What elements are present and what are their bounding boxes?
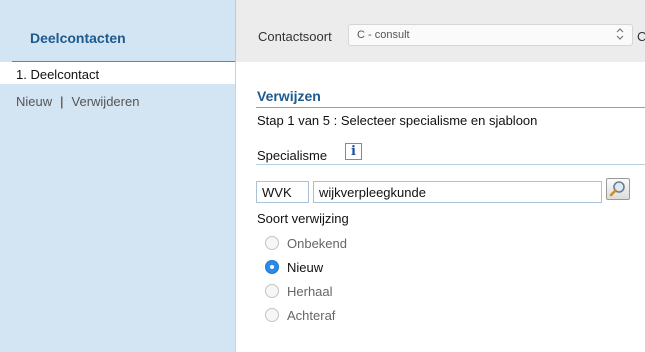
step-text: Stap 1 van 5 : Selecteer specialisme en … bbox=[257, 113, 538, 128]
trailing-label: Con bbox=[637, 29, 645, 44]
search-button[interactable] bbox=[606, 178, 630, 200]
contactsoort-value: C - consult bbox=[357, 29, 410, 41]
radio-label: Onbekend bbox=[287, 236, 347, 251]
sidebar-panel: Nieuw | Verwijderen bbox=[0, 84, 235, 352]
radio-label: Herhaal bbox=[287, 284, 333, 299]
sidebar-title: Deelcontacten bbox=[30, 30, 126, 46]
radio-circle[interactable] bbox=[265, 236, 279, 250]
specialisme-rule bbox=[256, 164, 645, 165]
sidebar-divider bbox=[12, 61, 235, 62]
radio-circle[interactable] bbox=[265, 284, 279, 298]
tab-deelcontact[interactable]: 1. Deelcontact bbox=[0, 63, 235, 84]
link-separator: | bbox=[60, 94, 64, 109]
specialisme-code-input[interactable] bbox=[256, 181, 309, 203]
radio-label: Nieuw bbox=[287, 260, 324, 275]
section-title: Verwijzen bbox=[257, 88, 321, 104]
delete-link[interactable]: Verwijderen bbox=[72, 94, 140, 109]
contactsoort-select[interactable]: C - consult bbox=[348, 24, 633, 46]
sidebar-actions: Nieuw | Verwijderen bbox=[16, 94, 139, 109]
tab-deelcontact-label: 1. Deelcontact bbox=[16, 67, 100, 82]
specialisme-name-input[interactable] bbox=[313, 181, 602, 203]
radio-circle[interactable] bbox=[265, 308, 279, 322]
info-icon[interactable] bbox=[345, 143, 362, 160]
radio-circle-checked[interactable] bbox=[265, 260, 279, 274]
radio-label: Achteraf bbox=[287, 308, 336, 323]
specialisme-label: Specialisme bbox=[257, 148, 328, 163]
top-bar: Contactsoort C - consult Con bbox=[235, 0, 645, 62]
magnifier-icon bbox=[609, 181, 625, 197]
updown-chevron-icon bbox=[616, 27, 624, 42]
main-panel: Verwijzen Stap 1 van 5 : Selecteer speci… bbox=[235, 62, 645, 352]
soort-verwijzing-label: Soort verwijzing bbox=[257, 211, 349, 226]
section-rule bbox=[256, 107, 645, 108]
contactsoort-label: Contactsoort bbox=[258, 29, 332, 44]
sidebar-header: Deelcontacten bbox=[0, 0, 235, 62]
new-link[interactable]: Nieuw bbox=[16, 94, 52, 109]
